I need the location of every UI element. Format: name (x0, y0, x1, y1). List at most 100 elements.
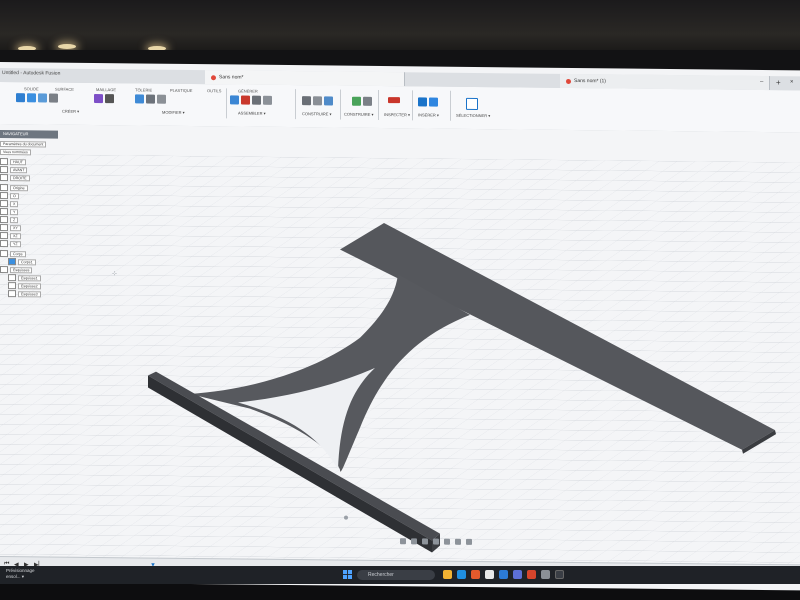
select-icon[interactable] (466, 97, 478, 111)
display-settings-icon[interactable] (444, 538, 450, 545)
browser-row[interactable]: HAUT (0, 158, 56, 166)
navigation-bar (400, 538, 472, 545)
browser-row[interactable]: Esquisses (0, 266, 56, 274)
inspect-menu[interactable]: INSPECTER ▾ (384, 112, 410, 117)
insert-menu[interactable]: INSÉRER ▾ (418, 112, 439, 117)
point-icon[interactable] (324, 96, 333, 106)
orbit-icon[interactable] (400, 538, 406, 545)
weather-widget[interactable]: Prévisionnage ensol... ▾ (6, 568, 50, 580)
app-icon[interactable] (541, 570, 550, 579)
browser-row[interactable]: Esquisse2 (8, 282, 64, 290)
new-sketch-icon[interactable] (16, 93, 25, 103)
browser-row[interactable]: Corps (0, 250, 56, 258)
folder-icon (0, 250, 8, 258)
combine-icon[interactable] (230, 95, 239, 105)
grid-settings-icon[interactable] (455, 538, 461, 545)
sheet-icons (135, 94, 166, 104)
browser-row[interactable]: Origine (0, 184, 56, 192)
move-icon[interactable] (105, 94, 114, 104)
row-label: Z (10, 216, 19, 223)
group-label: TÔLERIE (135, 87, 153, 93)
axis-icon[interactable] (313, 96, 322, 106)
rigid-icon[interactable] (363, 96, 372, 106)
hole-icon[interactable] (49, 93, 58, 103)
browser-panel: NAVIGATEUR Paramètres du document Vues n… (0, 130, 60, 331)
monitor-screen: Untitled - Autodesk Fusion Sans nom* San… (0, 62, 800, 591)
unsaved-icon (211, 74, 216, 80)
fillet-icon[interactable] (146, 94, 155, 104)
mesh-icon[interactable] (94, 93, 103, 104)
browser-row[interactable]: Corps1 (8, 258, 64, 266)
browser-row[interactable]: Esquisse1 (8, 274, 64, 282)
extrude-icon[interactable] (27, 93, 36, 103)
teams-icon[interactable] (513, 570, 522, 579)
window-title: Untitled - Autodesk Fusion (2, 70, 61, 77)
mail-icon[interactable] (499, 570, 508, 579)
press-pull-icon[interactable] (135, 94, 144, 104)
minimize-button[interactable]: – (760, 79, 763, 85)
select-icons (466, 97, 478, 111)
browser-row[interactable]: Vues nommées (0, 148, 56, 156)
pan-icon[interactable] (411, 538, 417, 545)
select-menu[interactable]: SÉLECTIONNER ▾ (456, 113, 490, 118)
fit-icon[interactable] (433, 538, 439, 545)
split-icon[interactable] (263, 95, 272, 105)
browser-header[interactable]: NAVIGATEUR (0, 130, 58, 139)
ceiling-light (58, 44, 76, 49)
design-viewport[interactable]: ⊹ (0, 124, 800, 573)
insert-image-icon[interactable] (429, 97, 438, 107)
construct-menu[interactable]: CONSTRUIRE ▾ (302, 111, 332, 116)
shell-icon[interactable] (157, 94, 166, 104)
viewports-icon[interactable] (466, 538, 472, 545)
plane-icon[interactable] (302, 96, 311, 106)
store-icon[interactable] (485, 570, 494, 579)
sketch-icon (8, 290, 16, 298)
browser-row[interactable]: AVANT (0, 166, 56, 174)
view-icon (0, 166, 8, 174)
browser-row[interactable]: Z (0, 216, 56, 224)
canvas-svg: ⊹ (0, 124, 800, 573)
row-label: XZ (10, 232, 21, 239)
construct-menu-2[interactable]: CONSTRUIRE ▾ (344, 112, 374, 117)
mesh-icons (94, 93, 114, 104)
row-label: XY (10, 224, 21, 231)
row-label: Y (10, 208, 19, 215)
insert-mesh-icon[interactable] (418, 97, 427, 107)
browser-row[interactable]: YZ (0, 240, 56, 248)
modify-menu[interactable]: MODIFIER ▾ (162, 110, 185, 115)
browser-row[interactable]: O (0, 192, 56, 200)
assemble-menu[interactable]: ASSEMBLER ▾ (238, 110, 266, 115)
file-explorer-icon[interactable] (443, 570, 452, 579)
joint-icon[interactable] (352, 96, 361, 106)
windows-start-icon[interactable] (343, 570, 352, 579)
edge-icon[interactable] (457, 570, 466, 579)
office-icon[interactable] (471, 570, 480, 579)
create-menu[interactable]: CRÉER ▾ (62, 109, 79, 114)
zoom-icon[interactable] (422, 538, 428, 545)
taskbar: Prévisionnage ensol... ▾ Rechercher (0, 566, 800, 584)
scale-icon[interactable] (252, 95, 261, 105)
revolve-icon[interactable] (38, 93, 47, 103)
app-icon[interactable] (555, 570, 564, 579)
add-tab-button[interactable]: + (776, 78, 781, 87)
modify-icons (230, 95, 272, 105)
browser-row[interactable]: Y (0, 208, 56, 216)
row-label: Esquisses (10, 266, 33, 273)
fusion-icon[interactable] (527, 570, 536, 579)
group-label: OUTILS (207, 88, 222, 94)
measure-icon[interactable] (388, 97, 400, 104)
row-label: Corps1 (18, 258, 36, 265)
row-label: Esquisse3 (18, 290, 41, 297)
close-button[interactable]: × (790, 79, 794, 85)
browser-row[interactable]: XY (0, 224, 56, 232)
browser-row[interactable]: X (0, 200, 56, 208)
view-icon (0, 174, 8, 182)
browser-row[interactable]: XZ (0, 232, 56, 240)
browser-row[interactable]: Esquisse3 (8, 290, 64, 298)
browser-row[interactable]: Paramètres du document (0, 140, 56, 148)
delete-icon[interactable] (241, 95, 250, 105)
taskbar-search-box[interactable]: Rechercher (357, 570, 435, 580)
construct-2-icons (352, 96, 372, 106)
browser-row[interactable]: DROITE (0, 174, 56, 182)
row-label: Vues nommées (0, 148, 31, 155)
